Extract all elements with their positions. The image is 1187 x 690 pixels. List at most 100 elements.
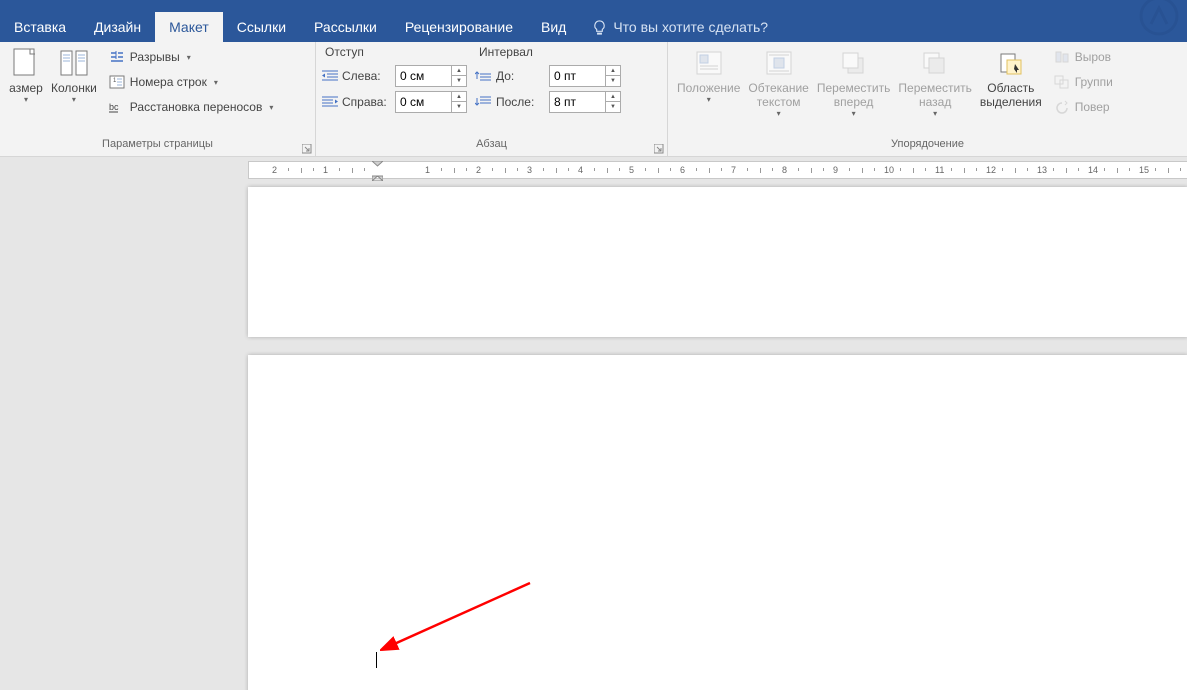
hyphenation-icon: bc — [109, 99, 125, 115]
spinner-up[interactable]: ▲ — [452, 92, 466, 102]
group-caption-page-setup: Параметры страницы — [0, 138, 315, 156]
spinner-down[interactable]: ▼ — [606, 76, 620, 86]
dropdown-arrow-icon: ▾ — [214, 78, 218, 87]
dropdown-arrow-icon: ▾ — [707, 95, 711, 104]
title-bar — [0, 0, 1187, 12]
ruler-tick: 2 — [272, 165, 277, 175]
align-button[interactable]: Выров — [1050, 45, 1117, 69]
ruler-tick: 10 — [884, 165, 894, 175]
ruler-tick: 5 — [629, 165, 634, 175]
group-caption-arrange: Упорядочение — [668, 138, 1187, 156]
dropdown-arrow-icon: ▾ — [269, 103, 273, 112]
ribbon: азмер ▾ Колонки ▾ Разрывы ▾ 1 Номера стр… — [0, 42, 1187, 157]
tell-me-label: Что вы хотите сделать? — [613, 19, 768, 35]
ruler-tick: 11 — [935, 165, 944, 175]
position-button[interactable]: Положение ▾ — [673, 45, 744, 138]
tell-me-search[interactable]: Что вы хотите сделать? — [592, 12, 768, 42]
spacing-header: Интервал — [475, 45, 621, 63]
space-before-icon — [475, 68, 493, 84]
indent-header: Отступ — [321, 45, 467, 63]
dropdown-arrow-icon: ▾ — [852, 109, 856, 118]
space-after-input[interactable] — [550, 92, 605, 112]
spinner-down[interactable]: ▼ — [452, 102, 466, 112]
svg-text:bc: bc — [109, 102, 119, 112]
wrap-text-button[interactable]: Обтекание текстом ▾ — [744, 45, 812, 138]
indent-left-icon — [321, 68, 339, 84]
tab-layout[interactable]: Макет — [155, 12, 223, 42]
dropdown-arrow-icon: ▾ — [24, 95, 28, 104]
indent-left-input[interactable] — [396, 66, 451, 86]
ruler-tick: 4 — [578, 165, 583, 175]
page-size-icon — [10, 47, 42, 79]
tab-mailings[interactable]: Рассылки — [300, 12, 391, 42]
tab-review[interactable]: Рецензирование — [391, 12, 527, 42]
dropdown-arrow-icon: ▾ — [777, 109, 781, 118]
rotate-button[interactable]: Повер — [1050, 95, 1117, 119]
ruler-tick: 12 — [986, 165, 996, 175]
dropdown-arrow-icon: ▾ — [933, 109, 937, 118]
ruler-tick: 1 — [425, 165, 430, 175]
annotation-arrow-icon — [380, 579, 540, 659]
ruler-tick: 15 — [1139, 165, 1149, 175]
dialog-launcher-icon[interactable] — [654, 144, 664, 154]
tab-references[interactable]: Ссылки — [223, 12, 300, 42]
size-button[interactable]: азмер ▾ — [5, 45, 47, 138]
hyphenation-button[interactable]: bc Расстановка переносов ▾ — [105, 95, 278, 119]
spinner-down[interactable]: ▼ — [606, 102, 620, 112]
line-numbers-button[interactable]: 1 Номера строк ▾ — [105, 70, 278, 94]
ruler-tick: 13 — [1037, 165, 1047, 175]
columns-button[interactable]: Колонки ▾ — [47, 45, 101, 138]
text-cursor — [376, 652, 377, 668]
group-caption-paragraph: Абзац — [316, 138, 667, 156]
tab-design[interactable]: Дизайн — [80, 12, 155, 42]
ruler-tick: 9 — [833, 165, 838, 175]
ruler-tick: 14 — [1088, 165, 1098, 175]
bring-forward-icon — [838, 47, 870, 79]
indent-right-icon — [321, 94, 339, 110]
indent-left-spinner[interactable]: ▲▼ — [395, 65, 467, 87]
lightbulb-icon — [592, 20, 607, 35]
ruler-tick: 2 — [476, 165, 481, 175]
spinner-up[interactable]: ▲ — [606, 66, 620, 76]
group-button[interactable]: Группи — [1050, 70, 1117, 94]
wrap-text-icon — [763, 47, 795, 79]
group-icon — [1054, 74, 1070, 90]
space-after-spinner[interactable]: ▲▼ — [549, 91, 621, 113]
spinner-up[interactable]: ▲ — [452, 66, 466, 76]
indent-right-input[interactable] — [396, 92, 451, 112]
ruler-tick: 1 — [323, 165, 328, 175]
position-icon — [693, 47, 725, 79]
ruler-tick: 3 — [527, 165, 532, 175]
send-backward-button[interactable]: Переместить назад ▾ — [894, 45, 976, 138]
line-numbers-icon: 1 — [109, 74, 125, 90]
horizontal-ruler[interactable]: 21123456789101112131415 — [248, 161, 1187, 179]
align-icon — [1054, 49, 1070, 65]
spinner-down[interactable]: ▼ — [452, 76, 466, 86]
dialog-launcher-icon[interactable] — [302, 144, 312, 154]
space-before-input[interactable] — [550, 66, 605, 86]
dropdown-arrow-icon: ▾ — [187, 53, 191, 62]
watermark-icon — [1139, 0, 1179, 36]
ruler-tick: 7 — [731, 165, 736, 175]
selection-pane-button[interactable]: Область выделения — [976, 45, 1046, 138]
breaks-icon — [109, 49, 125, 65]
columns-icon — [58, 47, 90, 79]
selection-pane-icon — [995, 47, 1027, 79]
rotate-icon — [1054, 99, 1070, 115]
space-before-spinner[interactable]: ▲▼ — [549, 65, 621, 87]
space-after-icon — [475, 94, 493, 110]
breaks-button[interactable]: Разрывы ▾ — [105, 45, 278, 69]
send-backward-icon — [919, 47, 951, 79]
indent-marker-icon[interactable] — [372, 161, 383, 183]
dropdown-arrow-icon: ▾ — [72, 95, 76, 104]
indent-right-spinner[interactable]: ▲▼ — [395, 91, 467, 113]
bring-forward-button[interactable]: Переместить вперед ▾ — [813, 45, 895, 138]
ruler-tick: 8 — [782, 165, 787, 175]
ruler-tick: 6 — [680, 165, 685, 175]
ribbon-tabs: Вставка Дизайн Макет Ссылки Рассылки Рец… — [0, 12, 1187, 42]
tab-view[interactable]: Вид — [527, 12, 580, 42]
document-page-previous[interactable] — [248, 187, 1187, 337]
spinner-up[interactable]: ▲ — [606, 92, 620, 102]
document-area: 21123456789101112131415 — [0, 157, 1187, 690]
tab-insert[interactable]: Вставка — [0, 12, 80, 42]
